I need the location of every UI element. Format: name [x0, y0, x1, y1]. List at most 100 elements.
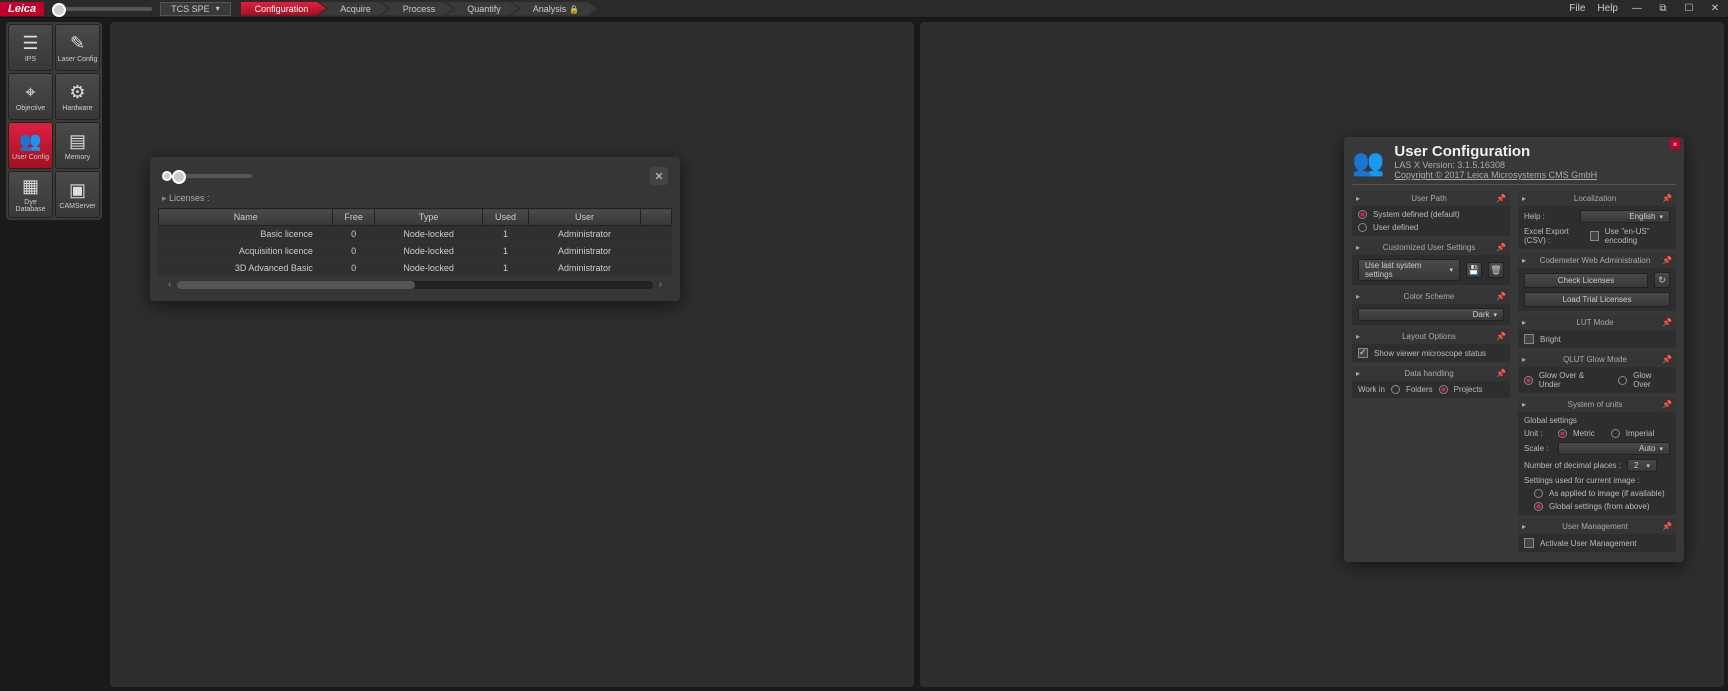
chk-csv-encoding[interactable]: [1590, 231, 1599, 241]
units-heading: System of units: [1568, 400, 1623, 409]
pin-icon[interactable]: 📌: [1496, 292, 1506, 301]
scroll-right-icon[interactable]: ›: [659, 279, 662, 291]
panel-close-icon[interactable]: ×: [1670, 139, 1680, 149]
color-scheme-dropdown[interactable]: Dark: [1358, 308, 1504, 321]
load-trial-button[interactable]: Load Trial Licenses: [1524, 292, 1670, 307]
gear-icon: ⚙: [69, 82, 85, 103]
user-mgmt-heading: User Management: [1562, 522, 1628, 531]
radio-metric[interactable]: [1558, 429, 1567, 438]
license-dialog: ✕ Licenses : Name Free Type Used User Ba…: [150, 157, 680, 301]
wf-quantify[interactable]: Quantify: [445, 2, 519, 16]
left-panel: ✕ Licenses : Name Free Type Used User Ba…: [110, 22, 914, 687]
radio-as-applied[interactable]: [1534, 489, 1543, 498]
close-icon[interactable]: ✕: [1708, 2, 1722, 16]
radio-global-settings[interactable]: [1534, 502, 1543, 511]
module-dropdown[interactable]: TCS SPE: [160, 2, 231, 16]
table-scrollbar[interactable]: ‹ ›: [158, 277, 672, 293]
pin-icon[interactable]: 📌: [1662, 194, 1672, 203]
config-sidebar: ☰IPS ✎Laser Config ⌖Objective ⚙Hardware …: [6, 22, 102, 220]
layout-heading: Layout Options: [1402, 332, 1456, 341]
pin-icon[interactable]: 📌: [1662, 522, 1672, 531]
pin-icon[interactable]: 📌: [1662, 256, 1672, 265]
scroll-left-icon[interactable]: ‹: [168, 279, 171, 291]
sidebar-dye-database[interactable]: ▦Dye Database: [8, 171, 53, 218]
radio-folders[interactable]: [1391, 385, 1400, 394]
panel-title: User Configuration: [1394, 143, 1597, 160]
pin-icon[interactable]: 📌: [1496, 369, 1506, 378]
sidebar-ips[interactable]: ☰IPS: [8, 24, 53, 71]
localization-heading: Localization: [1574, 194, 1616, 203]
user-icon: 👥: [19, 131, 41, 152]
radio-projects[interactable]: [1439, 385, 1448, 394]
decimals-dropdown[interactable]: 2: [1627, 459, 1657, 472]
wf-configuration[interactable]: Configuration: [241, 2, 327, 16]
color-scheme-heading: Color Scheme: [1404, 292, 1455, 301]
radio-glow-over-under[interactable]: [1524, 376, 1533, 385]
pin-icon[interactable]: 📌: [1662, 318, 1672, 327]
pin-icon[interactable]: 📌: [1662, 355, 1672, 364]
wf-process[interactable]: Process: [381, 2, 454, 16]
menu-file[interactable]: File: [1569, 3, 1585, 14]
dialog-slider-knob[interactable]: [162, 171, 172, 181]
sidebar-camserver[interactable]: ▣CAMServer: [55, 171, 100, 218]
laser-icon: ✎: [70, 33, 85, 54]
check-licenses-button[interactable]: Check Licenses: [1524, 273, 1648, 288]
pin-icon[interactable]: 📌: [1496, 194, 1506, 203]
col-user[interactable]: User: [528, 209, 640, 226]
delete-icon[interactable]: 🗑: [1488, 262, 1504, 278]
pin-icon[interactable]: 📌: [1662, 400, 1672, 409]
pin-icon[interactable]: 📌: [1496, 332, 1506, 341]
memory-icon: ▤: [69, 131, 86, 152]
menu-help[interactable]: Help: [1597, 3, 1618, 14]
codemeter-heading: Codemeter Web Administration: [1540, 256, 1651, 265]
col-name[interactable]: Name: [159, 209, 333, 226]
wf-acquire[interactable]: Acquire: [318, 2, 389, 16]
table-row[interactable]: Basic licence0Node-locked1Administrator: [159, 226, 672, 243]
user-config-icon: 👥: [1352, 143, 1384, 180]
help-language-dropdown[interactable]: English: [1580, 210, 1670, 223]
user-config-panel: × 👥 User Configuration LAS X Version: 3.…: [1344, 137, 1684, 562]
chk-show-viewer[interactable]: [1358, 348, 1368, 358]
radio-system-defined[interactable]: [1358, 210, 1367, 219]
objective-icon: ⌖: [25, 82, 35, 103]
copyright-text: Copyright © 2017 Leica Microsystems CMS …: [1394, 170, 1597, 180]
lut-mode-heading: LUT Mode: [1576, 318, 1613, 327]
user-path-heading: User Path: [1411, 194, 1447, 203]
licenses-table: Name Free Type Used User Basic licence0N…: [158, 208, 672, 277]
wf-analysis[interactable]: Analysis: [511, 2, 597, 16]
settings-dropdown[interactable]: Use last system settings: [1358, 259, 1460, 281]
radio-glow-over[interactable]: [1618, 376, 1627, 385]
save-icon[interactable]: 💾: [1466, 262, 1482, 278]
pin-icon[interactable]: 📌: [1496, 243, 1506, 252]
col-free[interactable]: Free: [333, 209, 375, 226]
sidebar-hardware[interactable]: ⚙Hardware: [55, 73, 100, 120]
dye-icon: ▦: [22, 176, 39, 197]
sidebar-user-config[interactable]: 👥User Config: [8, 122, 53, 169]
chk-bright[interactable]: [1524, 334, 1534, 344]
col-type[interactable]: Type: [374, 209, 482, 226]
col-used[interactable]: Used: [483, 209, 529, 226]
ips-icon: ☰: [22, 33, 38, 54]
custom-settings-heading: Customized User Settings: [1383, 243, 1475, 252]
table-row[interactable]: Acquisition licence0Node-locked1Administ…: [159, 243, 672, 260]
radio-user-defined[interactable]: [1358, 223, 1367, 232]
licenses-heading: Licenses :: [158, 187, 672, 208]
sidebar-objective[interactable]: ⌖Objective: [8, 73, 53, 120]
dialog-close-icon[interactable]: ✕: [650, 167, 668, 185]
workflow-steps: Configuration Acquire Process Quantify A…: [241, 2, 598, 16]
version-text: LAS X Version: 3.1.5.16308: [1394, 160, 1597, 170]
sidebar-laser-config[interactable]: ✎Laser Config: [55, 24, 100, 71]
sidebar-memory[interactable]: ▤Memory: [55, 122, 100, 169]
table-row[interactable]: 3D Advanced Basic0Node-locked1Administra…: [159, 260, 672, 277]
chk-activate-user-mgmt[interactable]: [1524, 538, 1534, 548]
radio-imperial[interactable]: [1611, 429, 1620, 438]
top-slider[interactable]: [52, 7, 152, 11]
maximize-icon[interactable]: ☐: [1682, 2, 1696, 16]
minimize-icon[interactable]: —: [1630, 2, 1644, 16]
restore-icon[interactable]: ⧉: [1656, 2, 1670, 16]
scale-dropdown[interactable]: Auto: [1558, 442, 1670, 455]
top-menu-bar: Leica TCS SPE Configuration Acquire Proc…: [0, 0, 1728, 18]
data-handling-heading: Data handling: [1404, 369, 1453, 378]
server-icon: ▣: [69, 180, 86, 201]
refresh-icon[interactable]: ↻: [1654, 272, 1670, 288]
